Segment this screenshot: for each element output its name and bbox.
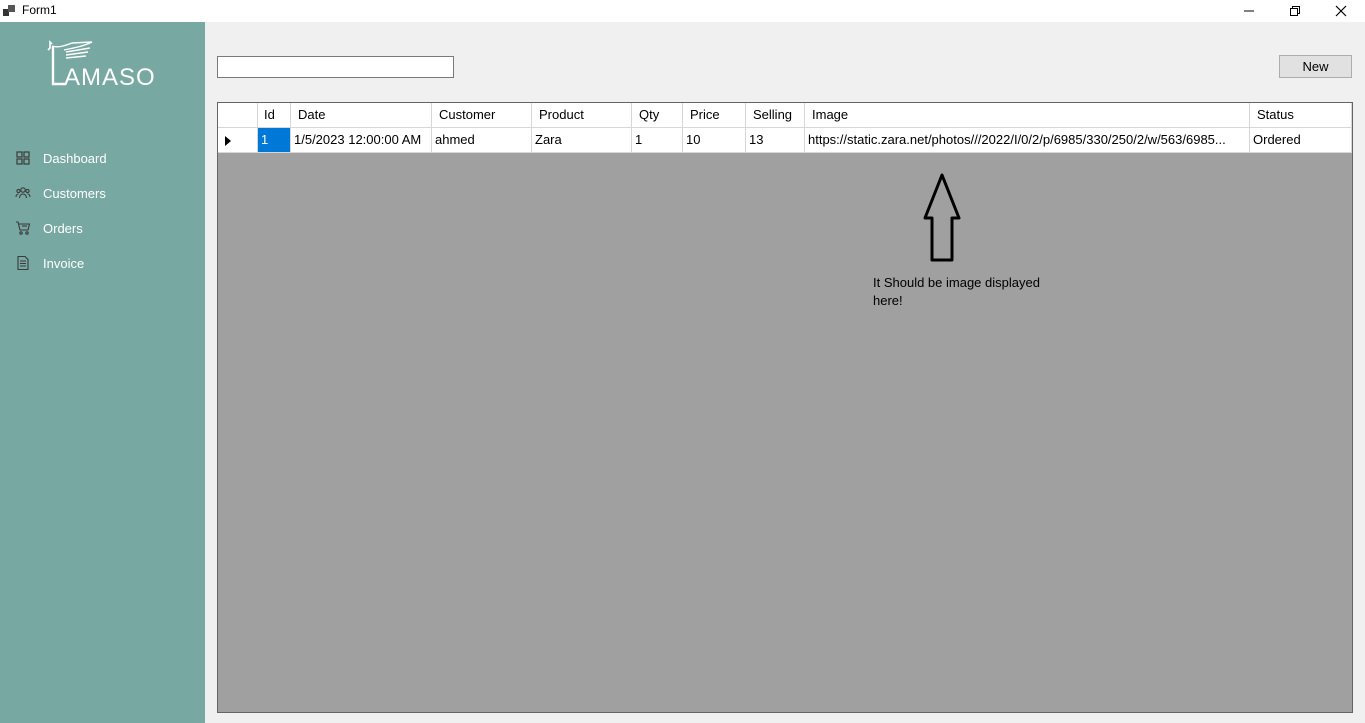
annotation-line: It Should be image displayed xyxy=(873,275,1040,290)
new-button[interactable]: New xyxy=(1279,55,1352,78)
cell-status[interactable]: Ordered xyxy=(1250,128,1352,153)
cell-product[interactable]: Zara xyxy=(532,128,632,153)
close-icon xyxy=(1335,5,1347,17)
cell-selling[interactable]: 13 xyxy=(746,128,805,153)
logo-text: AMASO xyxy=(64,64,156,91)
minimize-button[interactable] xyxy=(1226,0,1272,22)
column-header[interactable]: Date xyxy=(291,103,432,128)
minimize-icon xyxy=(1244,10,1254,12)
close-button[interactable] xyxy=(1318,0,1364,22)
row-header-corner xyxy=(218,103,258,128)
column-header[interactable]: Product xyxy=(532,103,632,128)
cell-date[interactable]: 1/5/2023 12:00:00 AM xyxy=(291,128,432,153)
orders-icon xyxy=(16,221,31,235)
cell-id[interactable]: 1 xyxy=(258,128,291,153)
table-row[interactable]: 1 1/5/2023 12:00:00 AM ahmed Zara 1 10 1… xyxy=(218,128,1352,153)
dashboard-icon xyxy=(16,151,30,165)
sidebar-item-invoice[interactable]: Invoice xyxy=(15,251,84,275)
sidebar-item-label: Invoice xyxy=(43,255,85,271)
row-header[interactable] xyxy=(218,128,258,153)
column-header[interactable]: Qty xyxy=(632,103,683,128)
sidebar-item-orders[interactable]: Orders xyxy=(15,216,83,240)
restore-icon xyxy=(1290,6,1300,16)
sidebar-item-customers[interactable]: Customers xyxy=(15,181,106,205)
annotation-line: here! xyxy=(873,293,903,308)
sidebar-item-label: Customers xyxy=(43,185,106,201)
sidebar: AMASO Dashboard Customers Orders Invoice xyxy=(0,22,205,723)
orders-grid[interactable]: Id Date Customer Product Qty Price Selli… xyxy=(217,102,1353,713)
annotation-note: It Should be image displayed here! xyxy=(873,274,1073,310)
column-header[interactable]: Image xyxy=(805,103,1250,128)
sidebar-item-label: Orders xyxy=(43,220,83,236)
title-bar: Form1 xyxy=(0,0,1365,22)
search-input[interactable] xyxy=(217,56,454,78)
invoice-icon xyxy=(17,255,29,271)
column-header[interactable]: Status xyxy=(1250,103,1352,128)
cell-qty[interactable]: 1 xyxy=(632,128,683,153)
column-header[interactable]: Selling xyxy=(746,103,805,128)
sidebar-item-label: Dashboard xyxy=(43,150,107,166)
column-header[interactable]: Id xyxy=(258,103,291,128)
window-title: Form1 xyxy=(22,3,57,17)
app-icon xyxy=(3,5,15,16)
current-row-arrow-icon xyxy=(225,136,231,146)
grid-header-row: Id Date Customer Product Qty Price Selli… xyxy=(218,103,1352,128)
cell-price[interactable]: 10 xyxy=(683,128,746,153)
restore-button[interactable] xyxy=(1272,0,1318,22)
customers-icon xyxy=(15,187,31,199)
sidebar-item-dashboard[interactable]: Dashboard xyxy=(15,146,107,170)
column-header[interactable]: Price xyxy=(683,103,746,128)
column-header[interactable]: Customer xyxy=(432,103,532,128)
annotation-arrow-icon xyxy=(923,173,961,262)
cell-customer[interactable]: ahmed xyxy=(432,128,532,153)
cell-image[interactable]: https://static.zara.net/photos///2022/I/… xyxy=(805,128,1250,153)
